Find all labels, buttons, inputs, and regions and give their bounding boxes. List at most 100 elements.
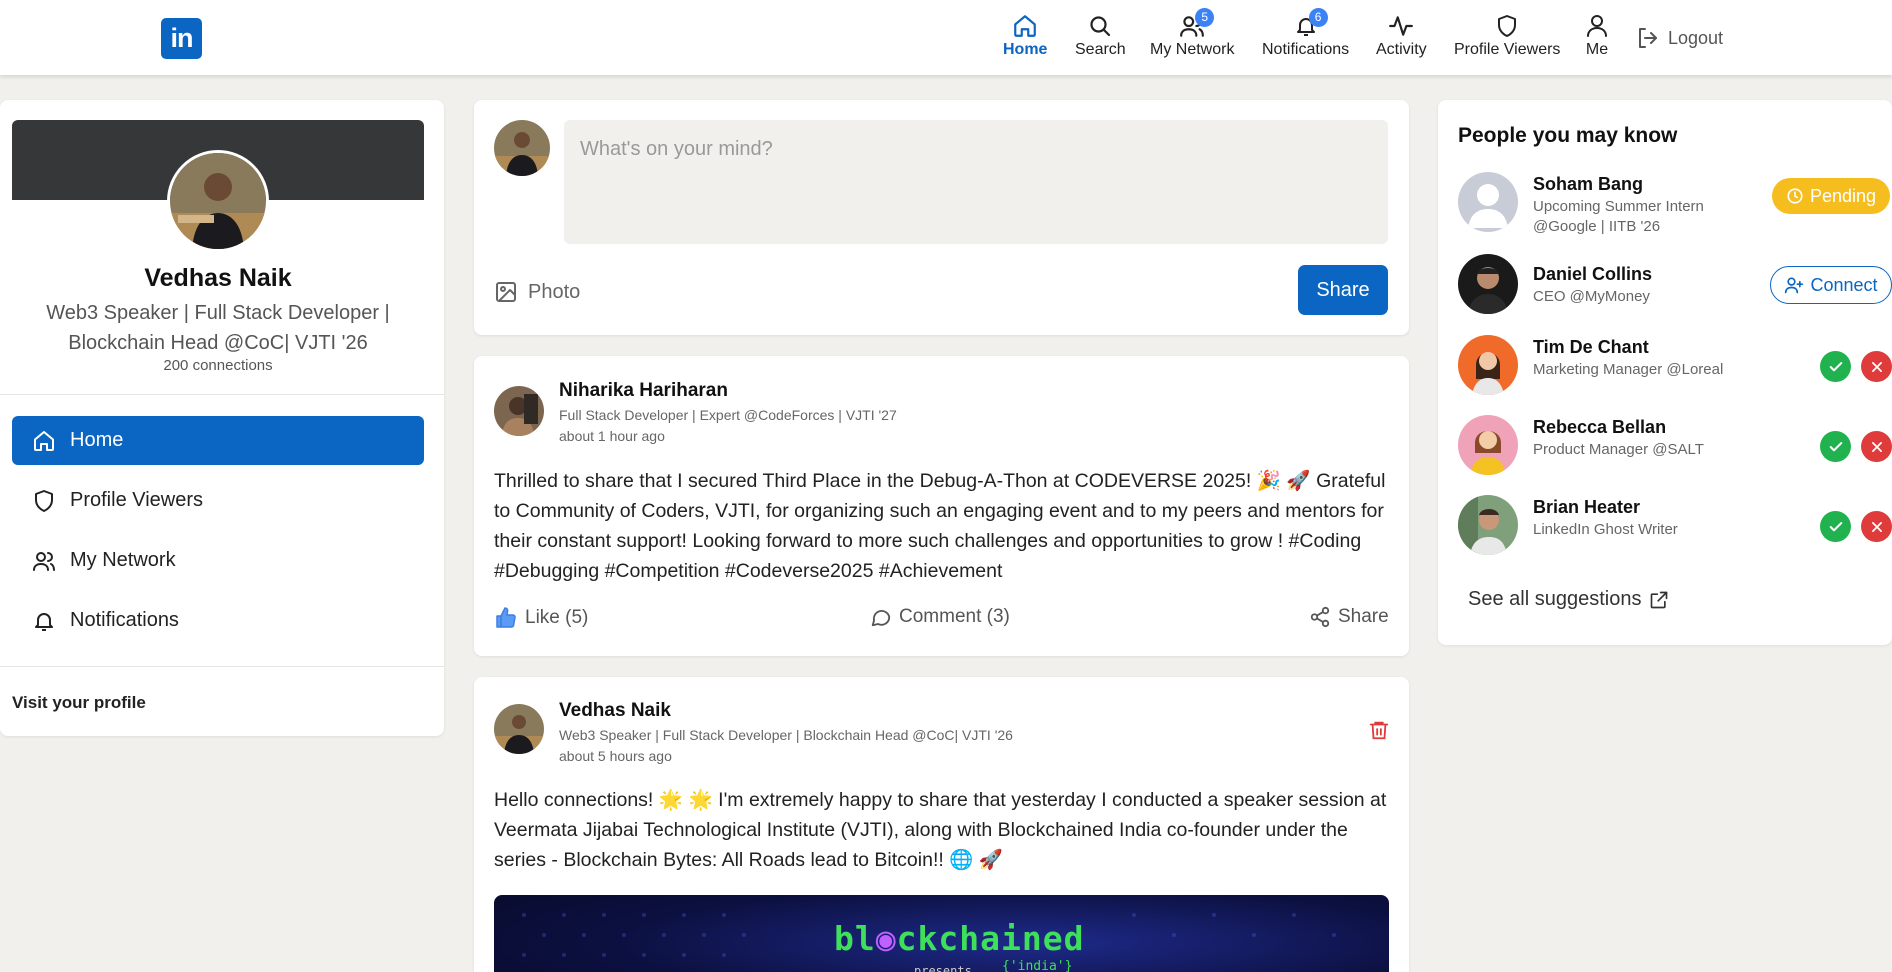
nav-me[interactable]: Me [1583,12,1611,62]
composer-avatar [494,120,550,176]
connect-button[interactable]: Connect [1770,266,1892,304]
suggestion-headline: CEO @MyMoney [1533,288,1650,305]
reject-button[interactable] [1861,431,1892,462]
shield-icon [1493,12,1521,40]
user-plus-icon [1784,275,1804,295]
profile-divider [0,394,444,395]
post-author-name[interactable]: Vedhas Naik [559,700,671,722]
post-author-headline: Web3 Speaker | Full Stack Developer | Bl… [559,727,1013,743]
like-count: Like (5) [525,607,589,628]
pending-button[interactable]: Pending [1772,178,1890,214]
activity-icon [1387,12,1415,40]
suggestion-name[interactable]: Daniel Collins [1533,264,1652,285]
post-actions: Like (5) Comment (3) Share [494,606,1389,636]
suggestion-item: Tim De Chant Marketing Manager @Loreal [1458,335,1892,397]
suggestion-name[interactable]: Rebecca Bellan [1533,417,1666,438]
suggestion-item: Brian Heater LinkedIn Ghost Writer [1458,495,1892,557]
comment-icon [870,606,892,628]
post-timestamp: about 1 hour ago [559,428,665,444]
suggestion-name[interactable]: Brian Heater [1533,497,1640,518]
suggestion-name[interactable]: Tim De Chant [1533,337,1649,358]
suggestions-card: People you may know Soham Bang Upcoming … [1438,100,1892,645]
suggestion-headline: Upcoming Summer Intern @Google | IITB '2… [1533,198,1704,235]
sidebar-item-label: My Network [70,549,176,571]
photo-button[interactable]: Photo [494,280,580,304]
nav-search[interactable]: Search [1075,12,1126,62]
external-link-icon [1649,590,1669,610]
post-timestamp: about 5 hours ago [559,748,672,764]
blockchained-wordmark: bl◉ckchained [834,919,1085,958]
sidebar-item-home[interactable]: Home [12,416,424,465]
connect-label: Connect [1810,274,1878,295]
trash-icon [1368,719,1390,741]
nav-activity-label: Activity [1376,41,1427,58]
comment-button[interactable]: Comment (3) [870,606,1010,628]
suggestion-item: Rebecca Bellan Product Manager @SALT [1458,415,1892,477]
network-badge: 5 [1195,8,1215,27]
image-icon [494,280,518,304]
visit-profile-link[interactable]: Visit your profile [12,693,146,713]
linkedin-logo[interactable]: in [161,18,202,59]
suggestion-item: Soham Bang Upcoming Summer Intern @Googl… [1458,172,1890,235]
check-icon [1828,519,1844,535]
sidebar-item-profile-viewers[interactable]: Profile Viewers [12,476,424,525]
shield-icon [32,489,56,513]
pending-label: Pending [1809,185,1877,206]
feed-post: Vedhas Naik Web3 Speaker | Full Stack De… [474,677,1409,972]
logout-icon [1636,26,1660,50]
accept-button[interactable] [1820,351,1851,382]
users-icon: 5 [1178,8,1215,40]
see-all-suggestions-link[interactable]: See all suggestions [1468,588,1669,611]
post-input[interactable] [564,120,1388,244]
suggestion-avatar[interactable] [1458,254,1518,314]
accept-button[interactable] [1820,511,1851,542]
suggestion-avatar[interactable] [1458,172,1518,232]
home-icon [1011,12,1039,40]
share-icon [1309,606,1331,628]
home-icon [32,429,56,453]
users-icon [32,549,56,573]
suggestions-heading: People you may know [1458,124,1678,147]
suggestion-avatar[interactable] [1458,335,1518,395]
nav-profile-viewers[interactable]: Profile Viewers [1454,12,1560,62]
post-body: Hello connections! 🌟 🌟 I'm extremely hap… [494,789,1387,871]
sidebar-item-label: Home [70,429,124,451]
suggestion-headline: Product Manager @SALT [1533,441,1704,458]
feed-post: Niharika Hariharan Full Stack Developer … [474,356,1409,656]
share-label: Share [1338,606,1389,627]
share-post-button[interactable]: Share [1298,265,1388,315]
nav-my-network[interactable]: 5 My Network [1150,8,1234,62]
reject-button[interactable] [1861,511,1892,542]
accept-button[interactable] [1820,431,1851,462]
profile-avatar[interactable] [167,150,269,252]
comment-count: Comment (3) [899,606,1010,627]
delete-post-button[interactable] [1368,719,1390,741]
post-author-name[interactable]: Niharika Hariharan [559,380,728,402]
sidebar-item-label: Notifications [70,609,179,631]
suggestion-name[interactable]: Soham Bang [1533,174,1643,195]
post-author-avatar[interactable] [494,704,544,754]
suggestion-avatar[interactable] [1458,495,1518,555]
nav-home[interactable]: Home [1003,12,1047,62]
sidebar-item-notifications[interactable]: Notifications [12,596,424,645]
nav-activity[interactable]: Activity [1376,12,1427,62]
post-body: Thrilled to share that I secured Third P… [494,470,1386,582]
see-all-label: See all suggestions [1468,588,1642,610]
like-button[interactable]: Like (5) [494,606,588,630]
suggestion-item: Daniel Collins CEO @MyMoney Connect [1458,254,1892,316]
reject-button[interactable] [1861,351,1892,382]
profile-card: Vedhas Naik Web3 Speaker | Full Stack De… [0,100,444,736]
post-image[interactable]: bl◉ckchained presents {'india'} [494,895,1389,972]
suggestion-headline: Marketing Manager @Loreal [1533,361,1724,378]
post-author-avatar[interactable] [494,386,544,436]
india-tag: {'india'} [1002,959,1073,972]
sidebar-item-my-network[interactable]: My Network [12,536,424,585]
suggestion-avatar[interactable] [1458,415,1518,475]
user-icon [1583,12,1611,40]
post-share-button[interactable]: Share [1309,606,1389,628]
nav-search-label: Search [1075,41,1126,58]
nav-notifications[interactable]: 6 Notifications [1262,8,1350,62]
nav-notifications-label: Notifications [1262,41,1350,58]
logout-button[interactable]: Logout [1636,26,1723,50]
sidebar-item-label: Profile Viewers [70,489,204,511]
